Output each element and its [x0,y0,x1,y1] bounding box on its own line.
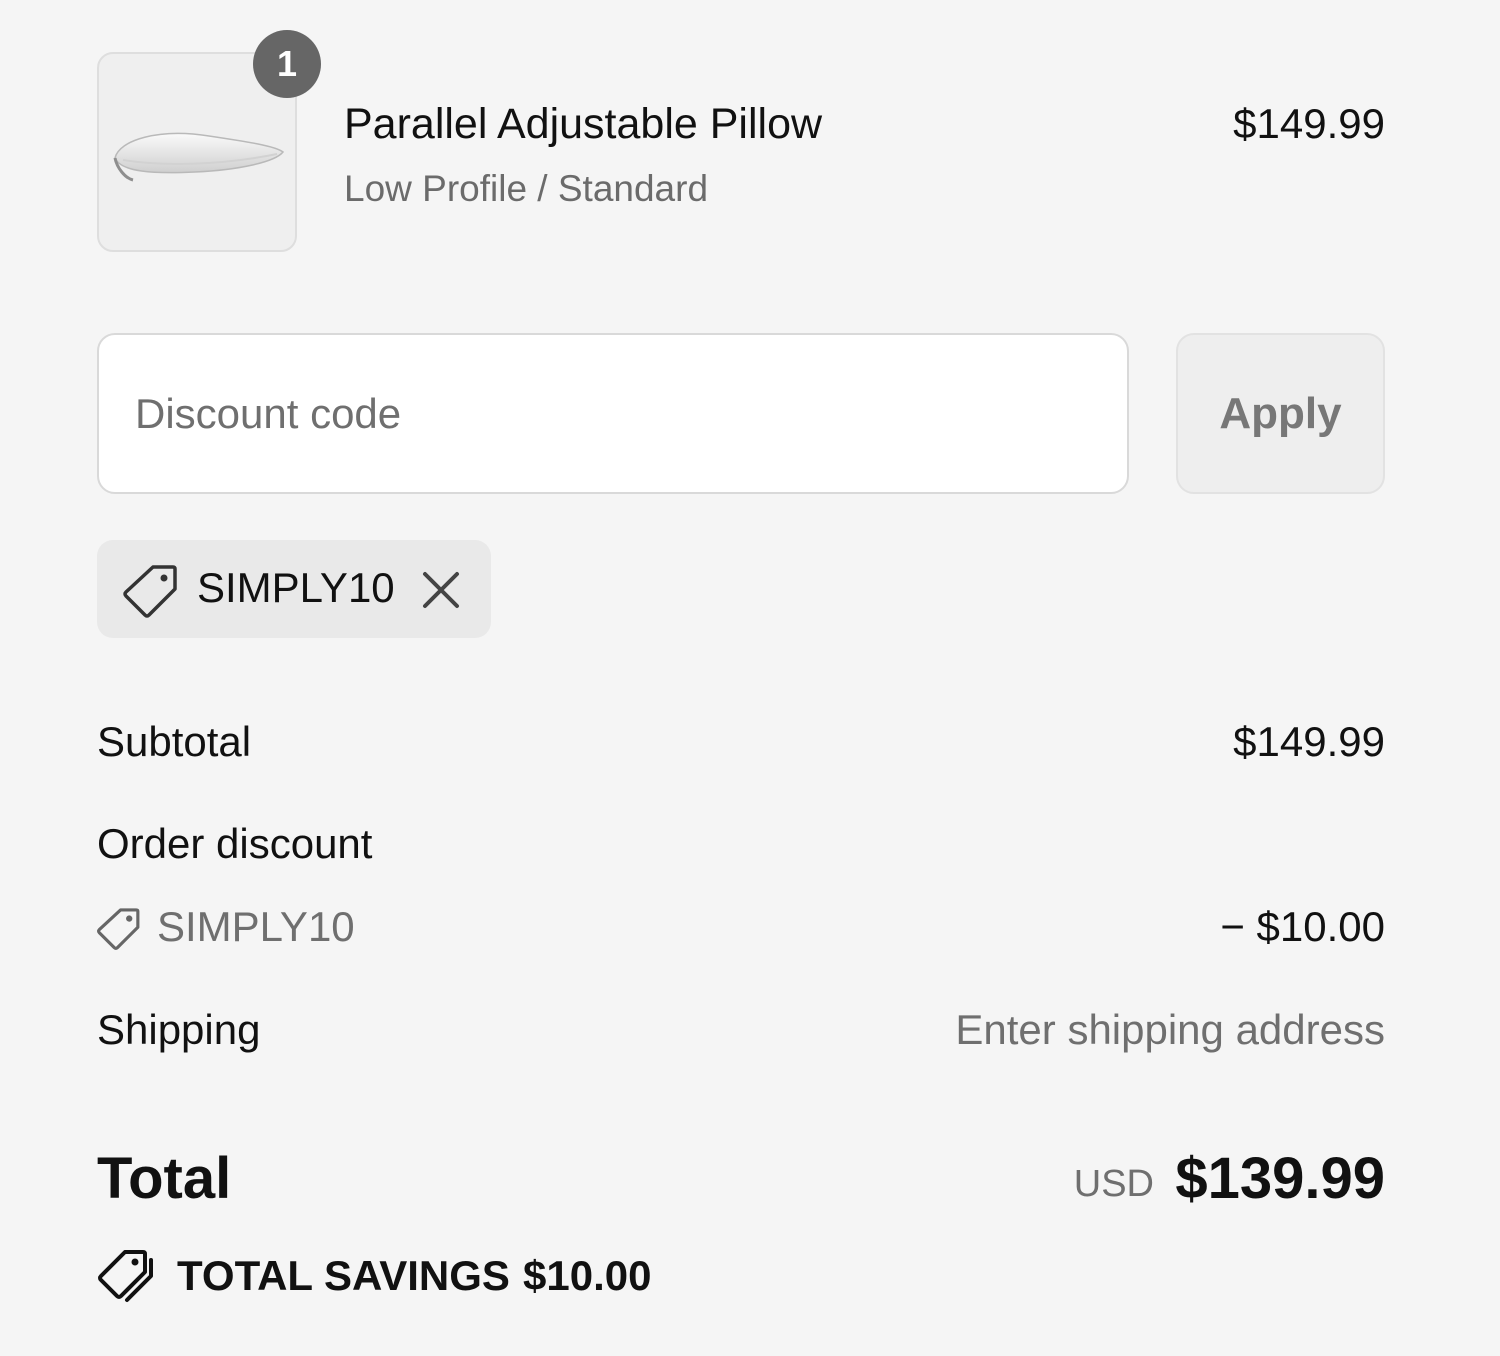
total-savings-amount: $10.00 [523,1252,652,1299]
product-price: $149.99 [1233,100,1385,147]
total-amount: $139.99 [1175,1146,1385,1211]
applied-discount-chip: SIMPLY10 [97,540,491,638]
close-icon[interactable] [419,568,463,612]
total-currency: USD [1073,1163,1154,1205]
shipping-value: Enter shipping address [955,1006,1385,1053]
total-savings-label: TOTAL SAVINGS [177,1252,510,1299]
product-variant: Low Profile / Standard [344,168,709,209]
order-discount-code: SIMPLY10 [157,903,355,950]
subtotal-label: Subtotal [97,718,252,765]
total-label: Total [97,1146,232,1211]
order-discount-value: − $10.00 [1220,903,1385,950]
shipping-label: Shipping [97,1006,261,1053]
apply-button[interactable]: Apply [1176,333,1385,494]
quantity-badge: 1 [253,30,321,98]
subtotal-value: $149.99 [1233,718,1385,765]
order-discount-label: Order discount [97,820,373,867]
product-name: Parallel Adjustable Pillow [344,100,823,148]
applied-discount-code: SIMPLY10 [197,564,395,611]
tag-icon [123,565,177,618]
tags-icon [98,1250,153,1302]
tag-icon [97,908,140,950]
line-item: 1 Parallel Adjustable Pillow Low Profile… [97,30,1385,256]
discount-code-input[interactable] [97,333,1129,494]
